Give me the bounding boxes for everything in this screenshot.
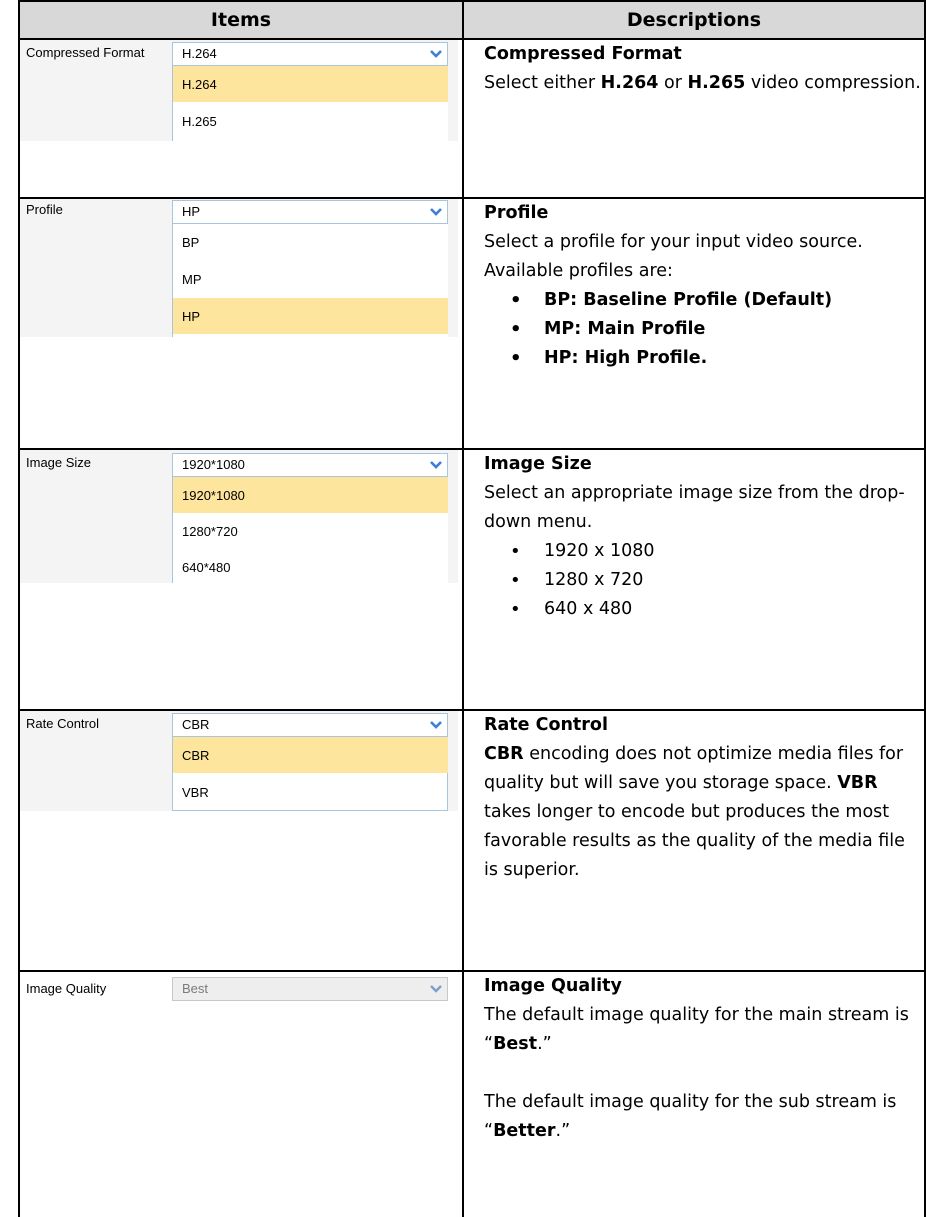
rate-control-description: Rate Control CBR encoding does not optim… xyxy=(484,711,924,885)
chevron-down-icon[interactable] xyxy=(427,203,445,221)
rate-control-text: CBR encoding does not optimize media fil… xyxy=(484,744,905,880)
option-bp[interactable]: BP xyxy=(173,224,448,260)
row-divider xyxy=(18,0,926,2)
profile-value: HP xyxy=(182,204,201,219)
column-divider xyxy=(462,0,464,1217)
image-size-description: Image Size Select an appropriate image s… xyxy=(484,450,924,624)
image-quality-value: Best xyxy=(182,981,209,996)
rate-control-panel: Rate Control CBR CBR VBR xyxy=(20,711,458,811)
list-item: MP: Main Profile xyxy=(484,315,924,344)
image-size-value: 1920*1080 xyxy=(182,457,245,472)
image-size-label: Image Size xyxy=(26,455,92,470)
profile-dropdown: BP MP HP xyxy=(172,224,448,337)
image-quality-panel: Image Quality Best xyxy=(20,974,458,1004)
header-descriptions: Descriptions xyxy=(464,2,924,38)
rate-control-title: Rate Control xyxy=(484,715,608,735)
chevron-down-icon[interactable] xyxy=(427,456,445,474)
option-vbr[interactable]: VBR xyxy=(173,774,448,810)
profile-title: Profile xyxy=(484,203,549,223)
option-mp[interactable]: MP xyxy=(173,261,448,297)
image-quality-description: Image Quality The default image quality … xyxy=(484,972,924,1146)
table-border-left xyxy=(18,0,20,1217)
compressed-format-dropdown: H.264 H.265 xyxy=(172,66,448,141)
rate-control-label: Rate Control xyxy=(26,716,99,731)
chevron-down-icon[interactable] xyxy=(427,45,445,63)
compressed-format-label: Compressed Format xyxy=(26,45,145,60)
list-item: 1280 x 720 xyxy=(484,566,924,595)
row-divider xyxy=(18,709,926,711)
profile-label: Profile xyxy=(26,202,63,217)
image-quality-main-text: The default image quality for the main s… xyxy=(484,1005,909,1054)
profile-select[interactable]: HP xyxy=(172,200,448,224)
profile-text: Select a profile for your input video so… xyxy=(484,232,863,281)
option-1280x720[interactable]: 1280*720 xyxy=(173,513,448,549)
option-h265[interactable]: H.265 xyxy=(173,103,448,139)
rate-control-dropdown: CBR VBR xyxy=(172,737,448,811)
chevron-down-icon[interactable] xyxy=(427,980,445,998)
settings-table: Items Descriptions Compressed Format H.2… xyxy=(18,0,926,1217)
image-size-select[interactable]: 1920*1080 xyxy=(172,453,448,477)
rate-control-select[interactable]: CBR xyxy=(172,713,448,737)
list-item: 640 x 480 xyxy=(484,595,924,624)
list-item: 1920 x 1080 xyxy=(484,537,924,566)
image-size-dropdown: 1920*1080 1280*720 640*480 xyxy=(172,477,448,583)
image-quality-sub-text: The default image quality for the sub st… xyxy=(484,1092,897,1141)
profile-description: Profile Select a profile for your input … xyxy=(484,199,924,373)
profile-list: BP: Baseline Profile (Default) MP: Main … xyxy=(484,286,924,373)
row-divider xyxy=(18,970,926,972)
image-size-list: 1920 x 1080 1280 x 720 640 x 480 xyxy=(484,537,924,624)
compressed-format-title: Compressed Format xyxy=(484,44,682,64)
profile-panel: Profile HP BP MP HP xyxy=(20,199,458,337)
compressed-format-value: H.264 xyxy=(182,46,217,61)
list-item: BP: Baseline Profile (Default) xyxy=(484,286,924,315)
image-quality-title: Image Quality xyxy=(484,976,622,996)
option-640x480[interactable]: 640*480 xyxy=(173,549,448,585)
row-divider xyxy=(18,38,926,40)
image-size-panel: Image Size 1920*1080 1920*1080 1280*720 … xyxy=(20,450,458,583)
list-item: HP: High Profile. xyxy=(484,344,924,373)
row-divider xyxy=(18,448,926,450)
compressed-format-text: Select either H.264 or H.265 video compr… xyxy=(484,73,921,93)
image-quality-label: Image Quality xyxy=(26,981,107,996)
chevron-down-icon[interactable] xyxy=(427,716,445,734)
image-size-title: Image Size xyxy=(484,454,592,474)
option-cbr[interactable]: CBR xyxy=(173,737,448,773)
image-size-text: Select an appropriate image size from th… xyxy=(484,483,905,532)
rate-control-value: CBR xyxy=(182,717,210,732)
header-items: Items xyxy=(20,2,462,38)
compressed-format-select[interactable]: H.264 xyxy=(172,42,448,66)
image-quality-select[interactable]: Best xyxy=(172,977,448,1001)
option-h264[interactable]: H.264 xyxy=(173,66,448,102)
compressed-format-description: Compressed Format Select either H.264 or… xyxy=(484,40,924,98)
option-hp[interactable]: HP xyxy=(173,298,448,334)
row-divider xyxy=(18,197,926,199)
option-1920x1080[interactable]: 1920*1080 xyxy=(173,477,448,513)
compressed-format-panel: Compressed Format H.264 H.264 H.265 xyxy=(20,40,458,141)
